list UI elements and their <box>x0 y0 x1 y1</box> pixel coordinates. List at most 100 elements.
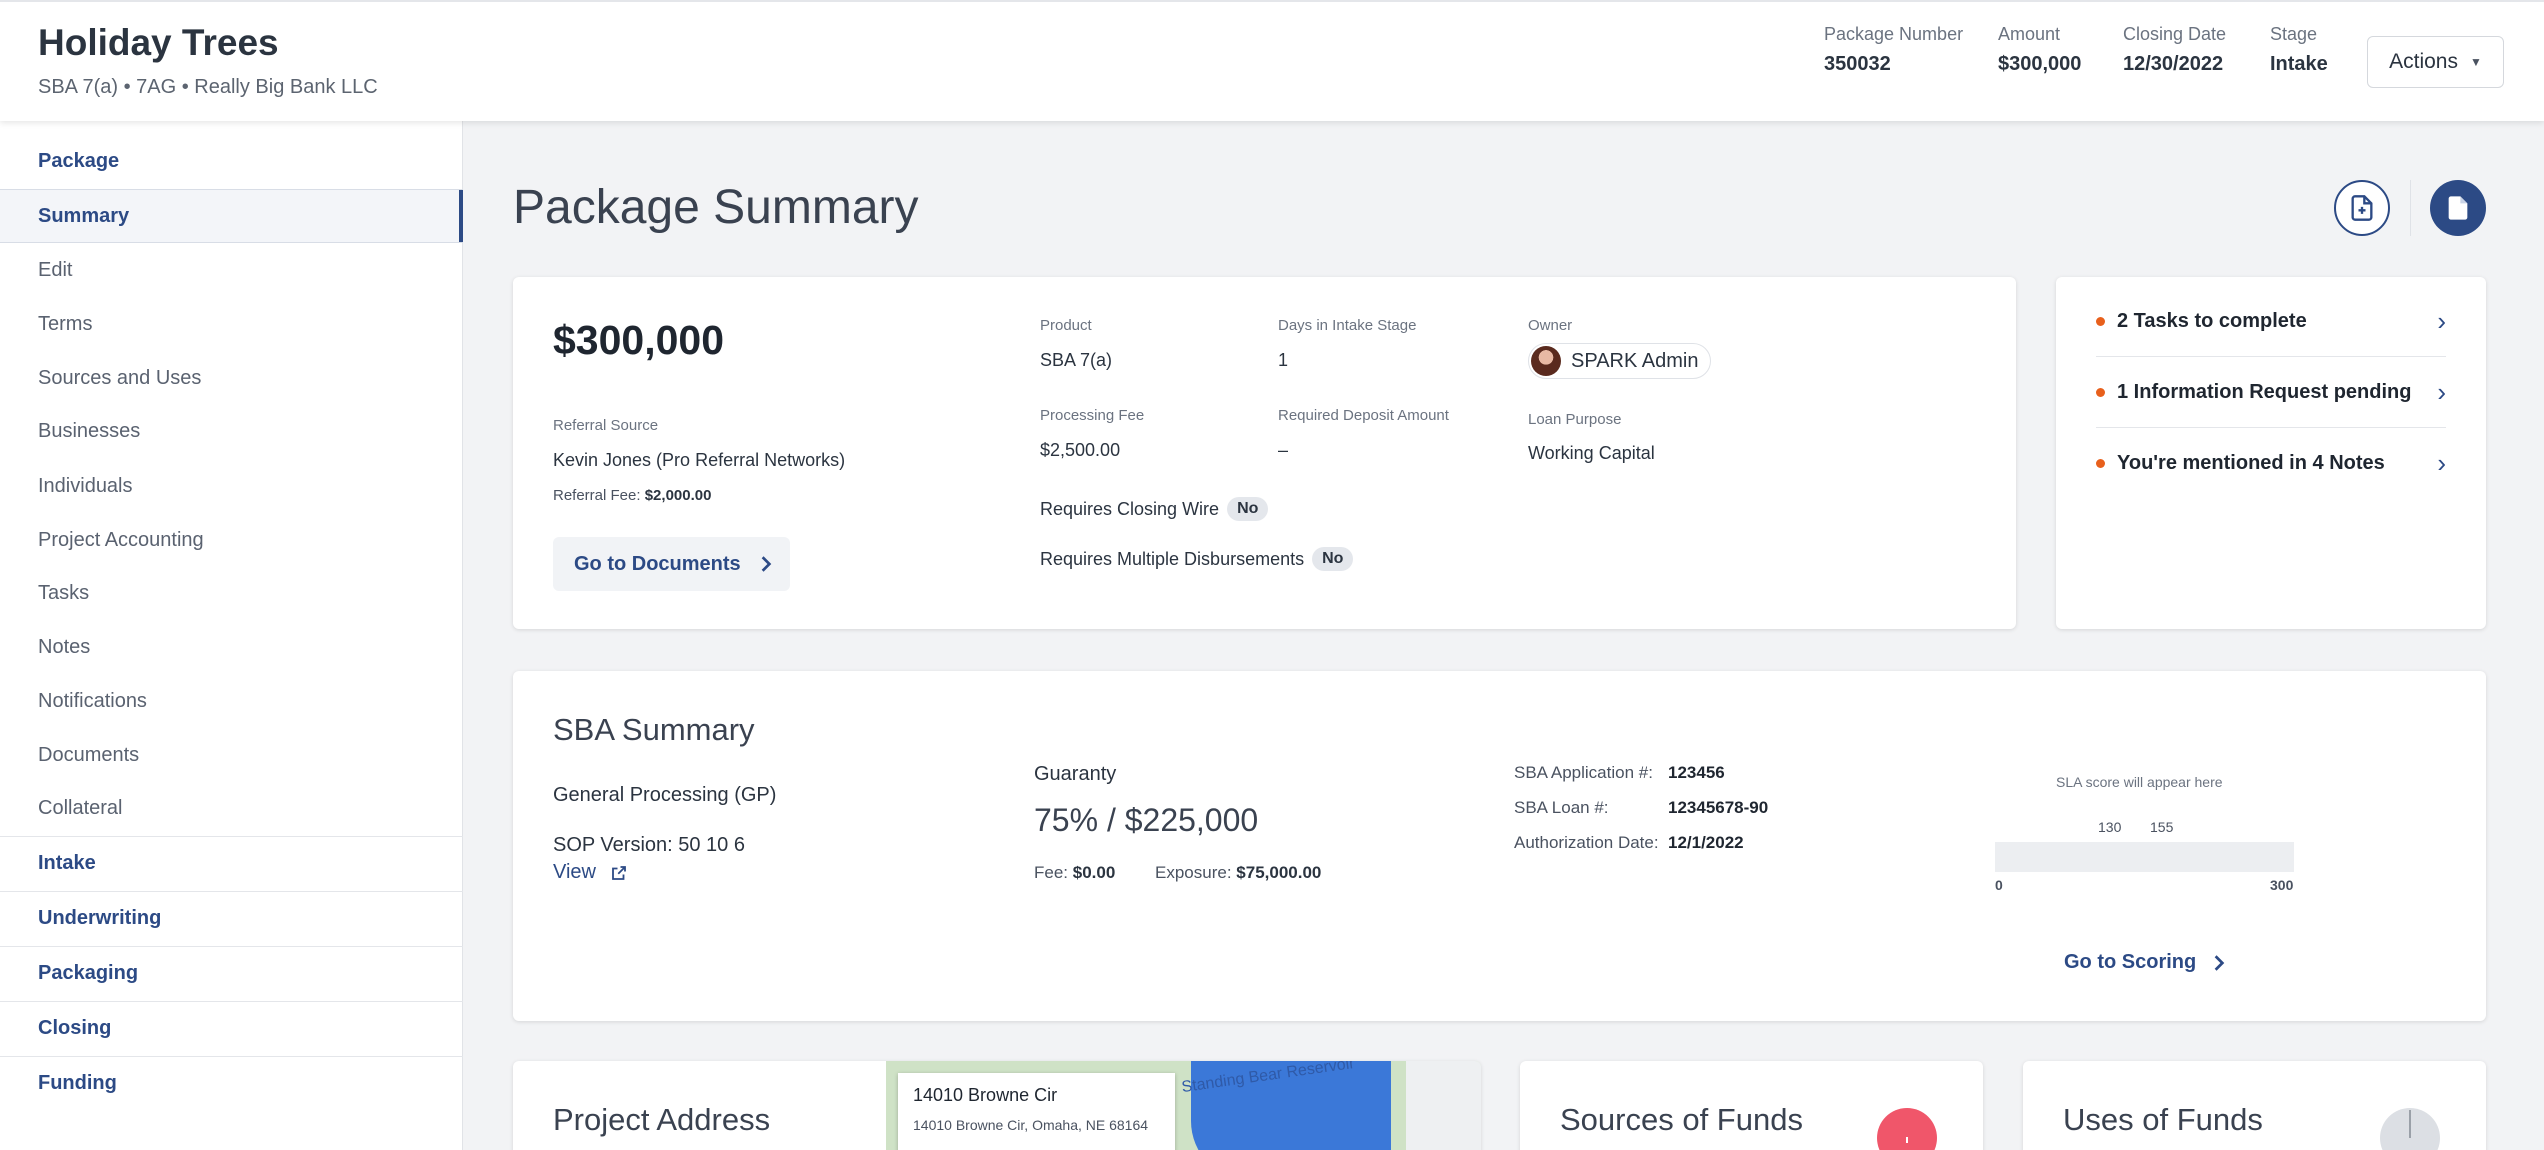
project-address-card: Project Address Standing Bear Reservoir … <box>513 1061 1481 1150</box>
sba-loan-value: 12345678-90 <box>1668 798 1769 817</box>
sba-application-label: SBA Application #: <box>1514 763 1653 782</box>
sidebar-item-documents[interactable]: Documents <box>0 728 463 782</box>
authorization-date-value: 12/1/2022 <box>1668 833 1744 852</box>
processing-fee-label: Processing Fee <box>1040 407 1145 424</box>
tasks-to-complete-link[interactable]: 2 Tasks to complete › <box>2096 286 2446 356</box>
sba-application-value: 123456 <box>1668 763 1725 782</box>
sources-donut-chart <box>1877 1108 1937 1150</box>
days-in-stage-value: 1 <box>1278 350 1289 370</box>
document-icon <box>2448 196 2468 220</box>
actions-label: Actions <box>2389 50 2458 73</box>
sidebar-item-edit[interactable]: Edit <box>0 243 463 297</box>
product-label: Product <box>1040 317 1092 334</box>
sidebar-item-businesses[interactable]: Businesses <box>0 404 463 458</box>
meta-stage: Stage Intake <box>2270 24 2328 75</box>
owner-chip[interactable]: SPARK Admin <box>1528 343 1712 379</box>
project-address-title: Project Address <box>553 1102 771 1137</box>
guaranty-value: 75% / $225,000 <box>1034 802 1259 838</box>
sources-of-funds-card: Sources of Funds <box>1520 1061 1983 1150</box>
sidebar-item-project-accounting[interactable]: Project Accounting <box>0 513 463 567</box>
guaranty-label: Guaranty <box>1034 763 1117 785</box>
owner-name: SPARK Admin <box>1571 349 1699 372</box>
sba-exposure: Exposure: $75,000.00 <box>1155 863 1322 882</box>
sba-summary-card: SBA Summary General Processing (GP) SOP … <box>513 671 2486 1021</box>
loan-amount: $300,000 <box>553 317 725 363</box>
loan-purpose-label: Loan Purpose <box>1528 411 1622 428</box>
actions-dropdown-button[interactable]: Actions ▼ <box>2367 36 2504 88</box>
sidebar-section-packaging[interactable]: Packaging <box>0 946 463 1000</box>
sla-min: 0 <box>1995 877 2003 893</box>
chevron-down-icon: ▼ <box>2469 55 2482 69</box>
meta-closing-date: Closing Date 12/30/2022 <box>2123 24 2227 75</box>
project-map[interactable]: Standing Bear Reservoir 14010 Browne Cir… <box>886 1061 1481 1150</box>
mentioned-notes-link[interactable]: You're mentioned in 4 Notes › <box>2096 428 2446 498</box>
uses-of-funds-card: Uses of Funds <box>2023 1061 2486 1150</box>
owner-label: Owner <box>1528 317 1573 334</box>
map-full-address: 14010 Browne Cir, Omaha, NE 68164 <box>913 1117 1149 1133</box>
processing-type: General Processing (GP) <box>553 784 777 806</box>
document-button[interactable] <box>2430 180 2486 236</box>
chevron-right-icon <box>2214 954 2225 971</box>
authorization-date-label: Authorization Date: <box>1514 833 1659 852</box>
toolbar-divider <box>2410 180 2411 236</box>
closing-wire-badge: No <box>1227 497 1269 521</box>
sidebar-item-terms[interactable]: Terms <box>0 297 463 351</box>
processing-fee-value: $2,500.00 <box>1040 440 1121 460</box>
chevron-right-icon: › <box>2437 305 2446 336</box>
meta-amount: Amount $300,000 <box>1998 24 2082 75</box>
sidebar-item-summary[interactable]: Summary <box>0 189 463 243</box>
go-to-documents-button[interactable]: Go to Documents <box>553 537 790 591</box>
sla-mark-130: 130 <box>2098 819 2122 835</box>
multiple-disbursements-badge: No <box>1312 547 1354 571</box>
chevron-right-icon: › <box>2437 376 2446 407</box>
loan-purpose-value: Working Capital <box>1528 443 1655 463</box>
sba-fee: Fee: $0.00 <box>1034 863 1116 882</box>
sources-donut-marker <box>1906 1137 1908 1143</box>
package-title: Holiday Trees <box>38 22 279 63</box>
sidebar-section-package[interactable]: Package <box>0 134 463 188</box>
sop-version: SOP Version: 50 10 6 <box>553 834 745 856</box>
alert-dot-icon <box>2096 387 2105 397</box>
chevron-right-icon <box>761 556 771 572</box>
referral-fee: Referral Fee: $2,000.00 <box>553 487 712 504</box>
sidebar-section-underwriting[interactable]: Underwriting <box>0 891 463 945</box>
referral-source-label: Referral Source <box>553 417 659 434</box>
sidebar-section-intake[interactable]: Intake <box>0 836 463 890</box>
go-to-scoring-button[interactable]: Go to Scoring <box>2064 951 2226 974</box>
alerts-card: 2 Tasks to complete › 1 Information Requ… <box>2056 277 2486 629</box>
sba-summary-title: SBA Summary <box>553 712 755 747</box>
information-request-link[interactable]: 1 Information Request pending › <box>2096 357 2446 427</box>
map-street: 14010 Browne Cir <box>913 1085 1058 1105</box>
alert-dot-icon <box>2096 316 2105 326</box>
sba-loan-label: SBA Loan #: <box>1514 798 1609 817</box>
external-link-icon <box>612 865 626 880</box>
sources-of-funds-title: Sources of Funds <box>1560 1102 1803 1137</box>
days-in-stage-label: Days in Intake Stage <box>1278 317 1417 334</box>
deposit-amount-value: – <box>1278 440 1289 460</box>
sidebar-item-sources-and-uses[interactable]: Sources and Uses <box>0 351 463 405</box>
view-sop-link[interactable]: View <box>553 861 628 884</box>
multiple-disbursements-field: Requires Multiple Disbursements No <box>1040 547 1354 571</box>
sidebar-item-notifications[interactable]: Notifications <box>0 674 463 728</box>
closing-wire-field: Requires Closing Wire No <box>1040 497 1269 521</box>
sla-mark-155: 155 <box>2150 819 2174 835</box>
chevron-right-icon: › <box>2437 447 2446 478</box>
uses-of-funds-title: Uses of Funds <box>2063 1102 2263 1137</box>
page-title: Package Summary <box>513 181 919 234</box>
sidebar-section-funding[interactable]: Funding <box>0 1056 463 1110</box>
meta-package-number: Package Number 350032 <box>1824 24 1964 75</box>
sidebar-item-tasks[interactable]: Tasks <box>0 566 463 620</box>
map-info-popup: 14010 Browne Cir 14010 Browne Cir, Omaha… <box>898 1073 1175 1150</box>
add-document-button[interactable] <box>2334 180 2390 236</box>
package-summary-card: $300,000 Referral Source Kevin Jones (Pr… <box>513 277 2016 629</box>
top-header: Holiday Trees SBA 7(a) • 7AG • Really Bi… <box>0 0 2544 121</box>
package-subtitle: SBA 7(a) • 7AG • Really Big Bank LLC <box>38 76 378 98</box>
avatar <box>1531 346 1561 376</box>
sla-note: SLA score will appear here <box>2056 774 2223 790</box>
sidebar-item-individuals[interactable]: Individuals <box>0 459 463 513</box>
deposit-amount-label: Required Deposit Amount <box>1278 407 1449 424</box>
sla-max: 300 <box>2270 877 2294 893</box>
sidebar-section-closing[interactable]: Closing <box>0 1001 463 1055</box>
sidebar-item-collateral[interactable]: Collateral <box>0 781 463 835</box>
sidebar-item-notes[interactable]: Notes <box>0 620 463 674</box>
